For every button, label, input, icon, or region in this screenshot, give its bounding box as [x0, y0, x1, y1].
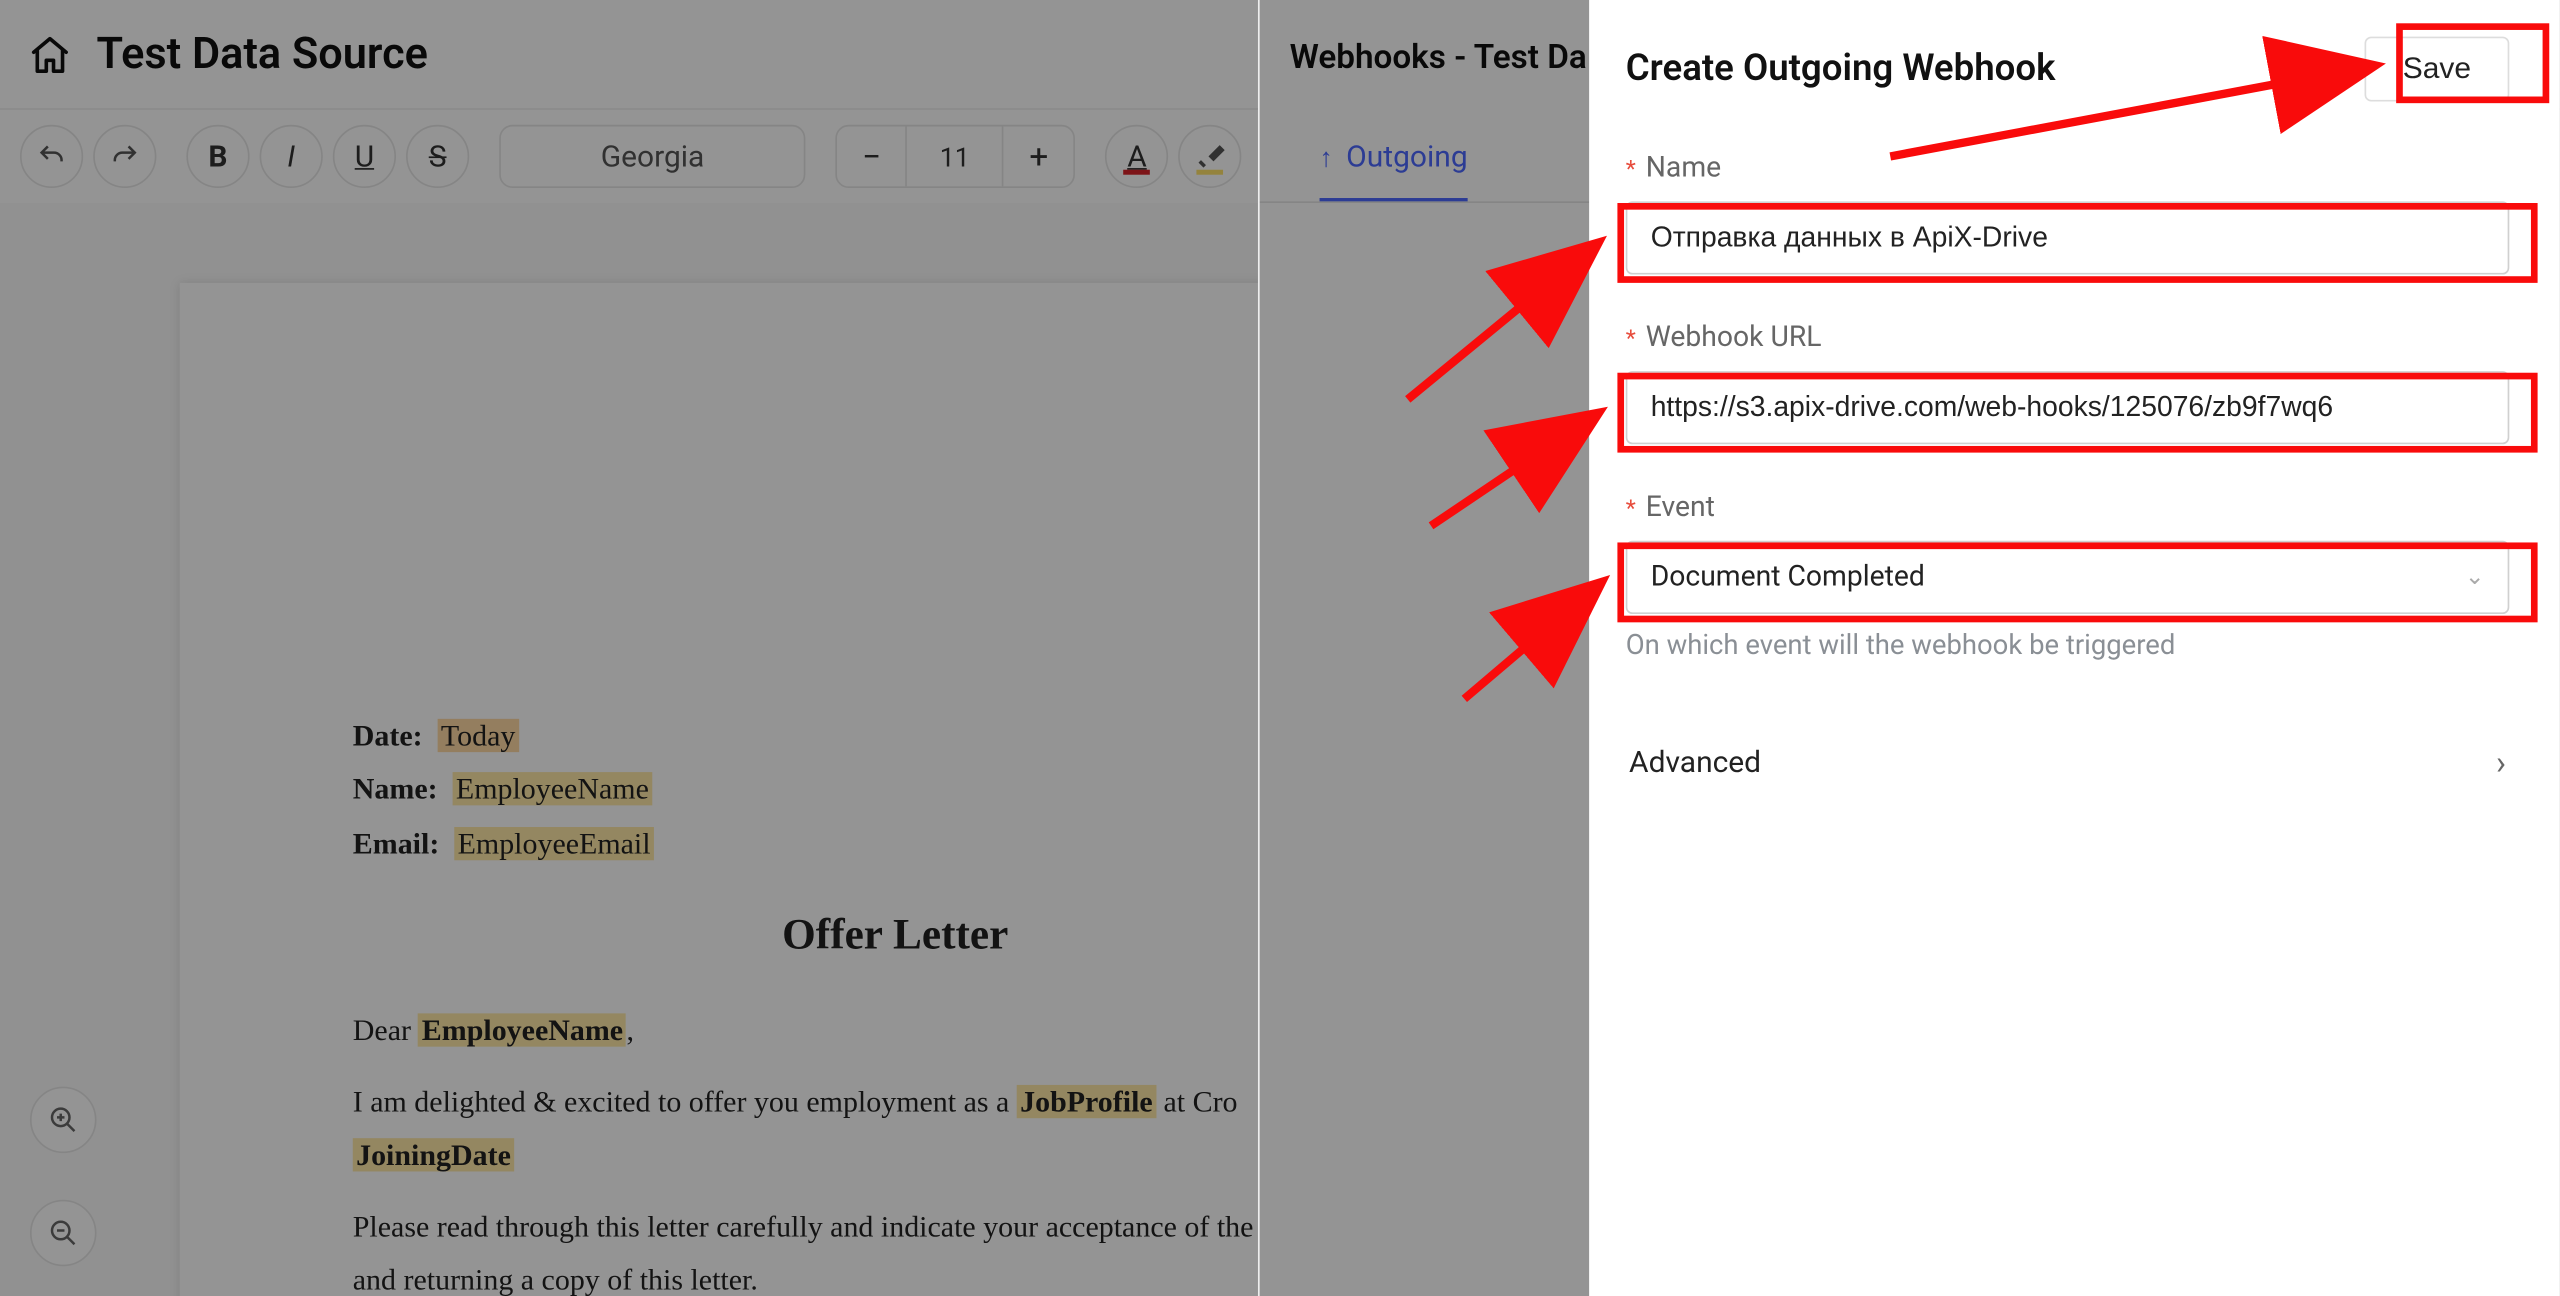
- create-webhook-panel: Create Outgoing Webhook Save *Name *Webh…: [1589, 0, 2559, 1296]
- webhook-name-input[interactable]: [1626, 201, 2510, 274]
- name-label: *Name: [1626, 151, 2510, 184]
- event-help-text: On which event will the webhook be trigg…: [1626, 631, 2510, 663]
- create-webhook-title: Create Outgoing Webhook: [1626, 48, 2056, 90]
- url-label: *Webhook URL: [1626, 321, 2510, 354]
- event-label: *Event: [1626, 491, 2510, 524]
- advanced-section-toggle[interactable]: Advanced ›: [1626, 709, 2510, 815]
- webhooks-side-panel: Webhooks - Test Da ↑ Outgoing: [1258, 0, 1591, 1296]
- save-button[interactable]: Save: [2364, 37, 2509, 102]
- event-select[interactable]: Document Completed ⌄: [1626, 541, 2510, 614]
- webhook-url-input[interactable]: [1626, 371, 2510, 444]
- chevron-right-icon: ›: [2496, 742, 2506, 782]
- chevron-down-icon: ⌄: [2465, 564, 2485, 591]
